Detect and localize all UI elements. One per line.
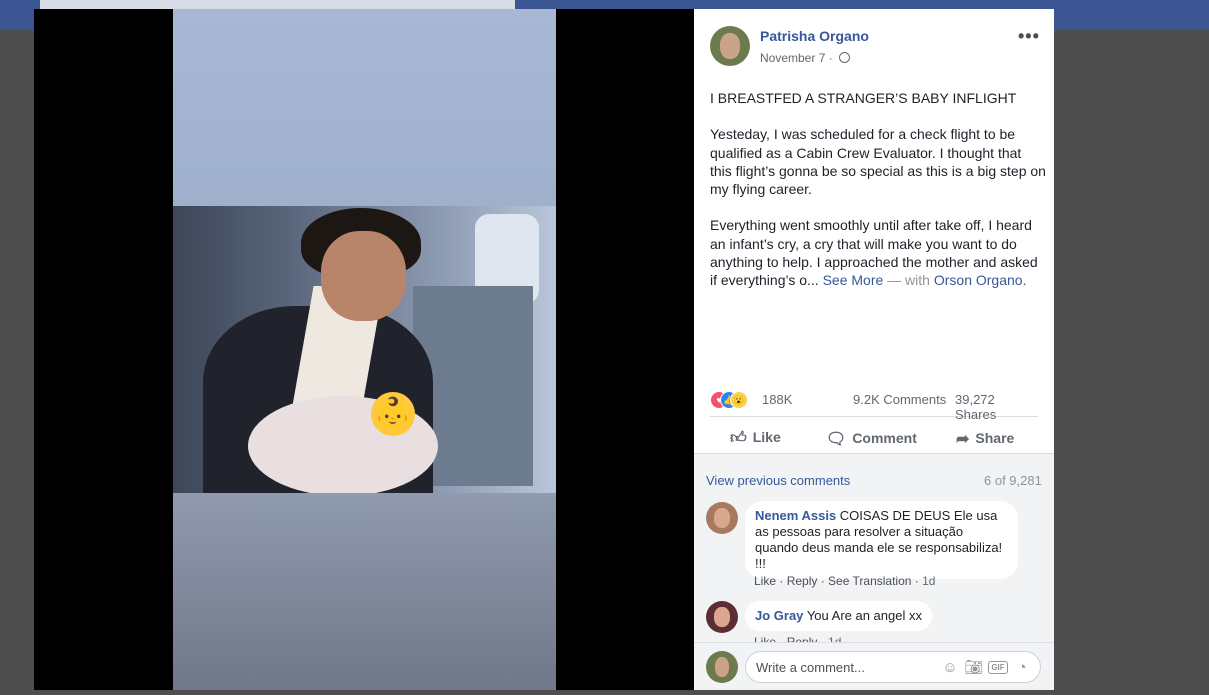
emoji-icon[interactable]: ☺ — [938, 659, 962, 676]
comment-input[interactable] — [754, 659, 938, 676]
share-label: Share — [975, 430, 1015, 446]
gif-icon[interactable]: GIF — [986, 659, 1010, 676]
sticker-icon[interactable]: ◔ — [1010, 659, 1034, 676]
comment-reply-link[interactable]: Reply — [787, 574, 818, 588]
reactions-bar: ♥ 👍 😮 188K 9.2K Comments 39,272 Shares — [710, 390, 1038, 422]
comment-like-link[interactable]: Like — [754, 574, 776, 588]
post-date-text[interactable]: November 7 — [760, 51, 825, 65]
share-button[interactable]: ➦ Share — [956, 429, 1014, 449]
post-date: November 7 · — [760, 51, 851, 65]
comments-count[interactable]: 9.2K Comments — [853, 392, 946, 407]
view-previous-comments-link[interactable]: View previous comments — [706, 473, 850, 488]
photo-theater: 👶 — [34, 9, 694, 690]
author-name[interactable]: Patrisha Organo — [760, 28, 869, 44]
commenter-name[interactable]: Jo Gray — [755, 608, 803, 623]
post-paragraph: I BREASTFED A STRANGER’S BABY INFLIGHT — [710, 90, 1017, 106]
face — [321, 231, 406, 321]
comment-button[interactable]: 🗨︎ Comment — [826, 429, 917, 449]
comment-bubble: Nenem Assis COISAS DE DEUS Ele usa as pe… — [745, 501, 1018, 579]
comment-time[interactable]: 1d — [922, 574, 935, 588]
post-text: I BREASTFED A STRANGER’S BABY INFLIGHT Y… — [710, 89, 1046, 308]
comment-text: You Are an angel xx — [806, 608, 922, 623]
like-button[interactable]: 👍︎ Like — [730, 429, 781, 448]
post-side-panel: Patrisha Organo November 7 · ••• I BREAS… — [694, 9, 1054, 690]
see-more-link[interactable]: See More — [823, 272, 884, 288]
shares-count[interactable]: 39,272 Shares — [955, 392, 1038, 422]
comment-bubble: Jo Gray You Are an angel xx — [745, 601, 932, 631]
photo-flight-attendant-with-baby: 👶 — [173, 206, 556, 493]
post-image[interactable]: 👶 — [173, 9, 556, 690]
with-label: — with — [887, 272, 930, 289]
more-options-icon[interactable]: ••• — [1018, 26, 1040, 47]
camera-icon[interactable]: 📷︎ — [962, 658, 986, 676]
globe-icon — [839, 52, 851, 63]
tagged-person-link[interactable]: Orson Organo. — [934, 272, 1027, 288]
comment-actions: Like · Reply · See Translation · 1d — [754, 574, 936, 588]
author-avatar[interactable] — [710, 26, 750, 66]
commenter-name[interactable]: Nenem Assis — [755, 508, 836, 523]
reaction-count[interactable]: 188K — [762, 392, 792, 407]
post-paragraph: Everything went smoothly until after tak… — [710, 216, 1046, 289]
share-arrow-icon: ➦ — [956, 431, 970, 448]
thumbs-up-icon: 👍︎ — [730, 430, 747, 447]
see-translation-link[interactable]: See Translation — [828, 574, 911, 588]
gif-label: GIF — [988, 661, 1008, 674]
post-paragraph: Yesteday, I was scheduled for a check fl… — [710, 126, 1046, 198]
comment-field[interactable]: ☺📷︎GIF◔ — [745, 651, 1041, 683]
post-actions: 👍︎ Like 🗨︎ Comment ➦ Share — [710, 425, 1038, 449]
current-user-avatar — [706, 651, 738, 683]
commenter-avatar[interactable] — [706, 601, 738, 633]
speech-bubble-icon: 🗨︎ — [826, 431, 847, 448]
wow-reaction-icon[interactable]: 😮 — [730, 391, 748, 409]
composer-icons: ☺ 📷︎ GIF ◔ — [938, 658, 1034, 676]
date-separator: · — [828, 51, 833, 65]
comments-counter: 6 of 9,281 — [984, 473, 1042, 488]
comment-composer: ☺📷︎GIF◔ — [694, 642, 1054, 690]
baby-face-emoji: 👶 — [371, 392, 415, 436]
commenter-avatar[interactable] — [706, 502, 738, 534]
like-label: Like — [752, 429, 781, 445]
comment-label: Comment — [852, 430, 917, 446]
comments-section: View previous comments 6 of 9,281 Nenem … — [694, 453, 1054, 643]
